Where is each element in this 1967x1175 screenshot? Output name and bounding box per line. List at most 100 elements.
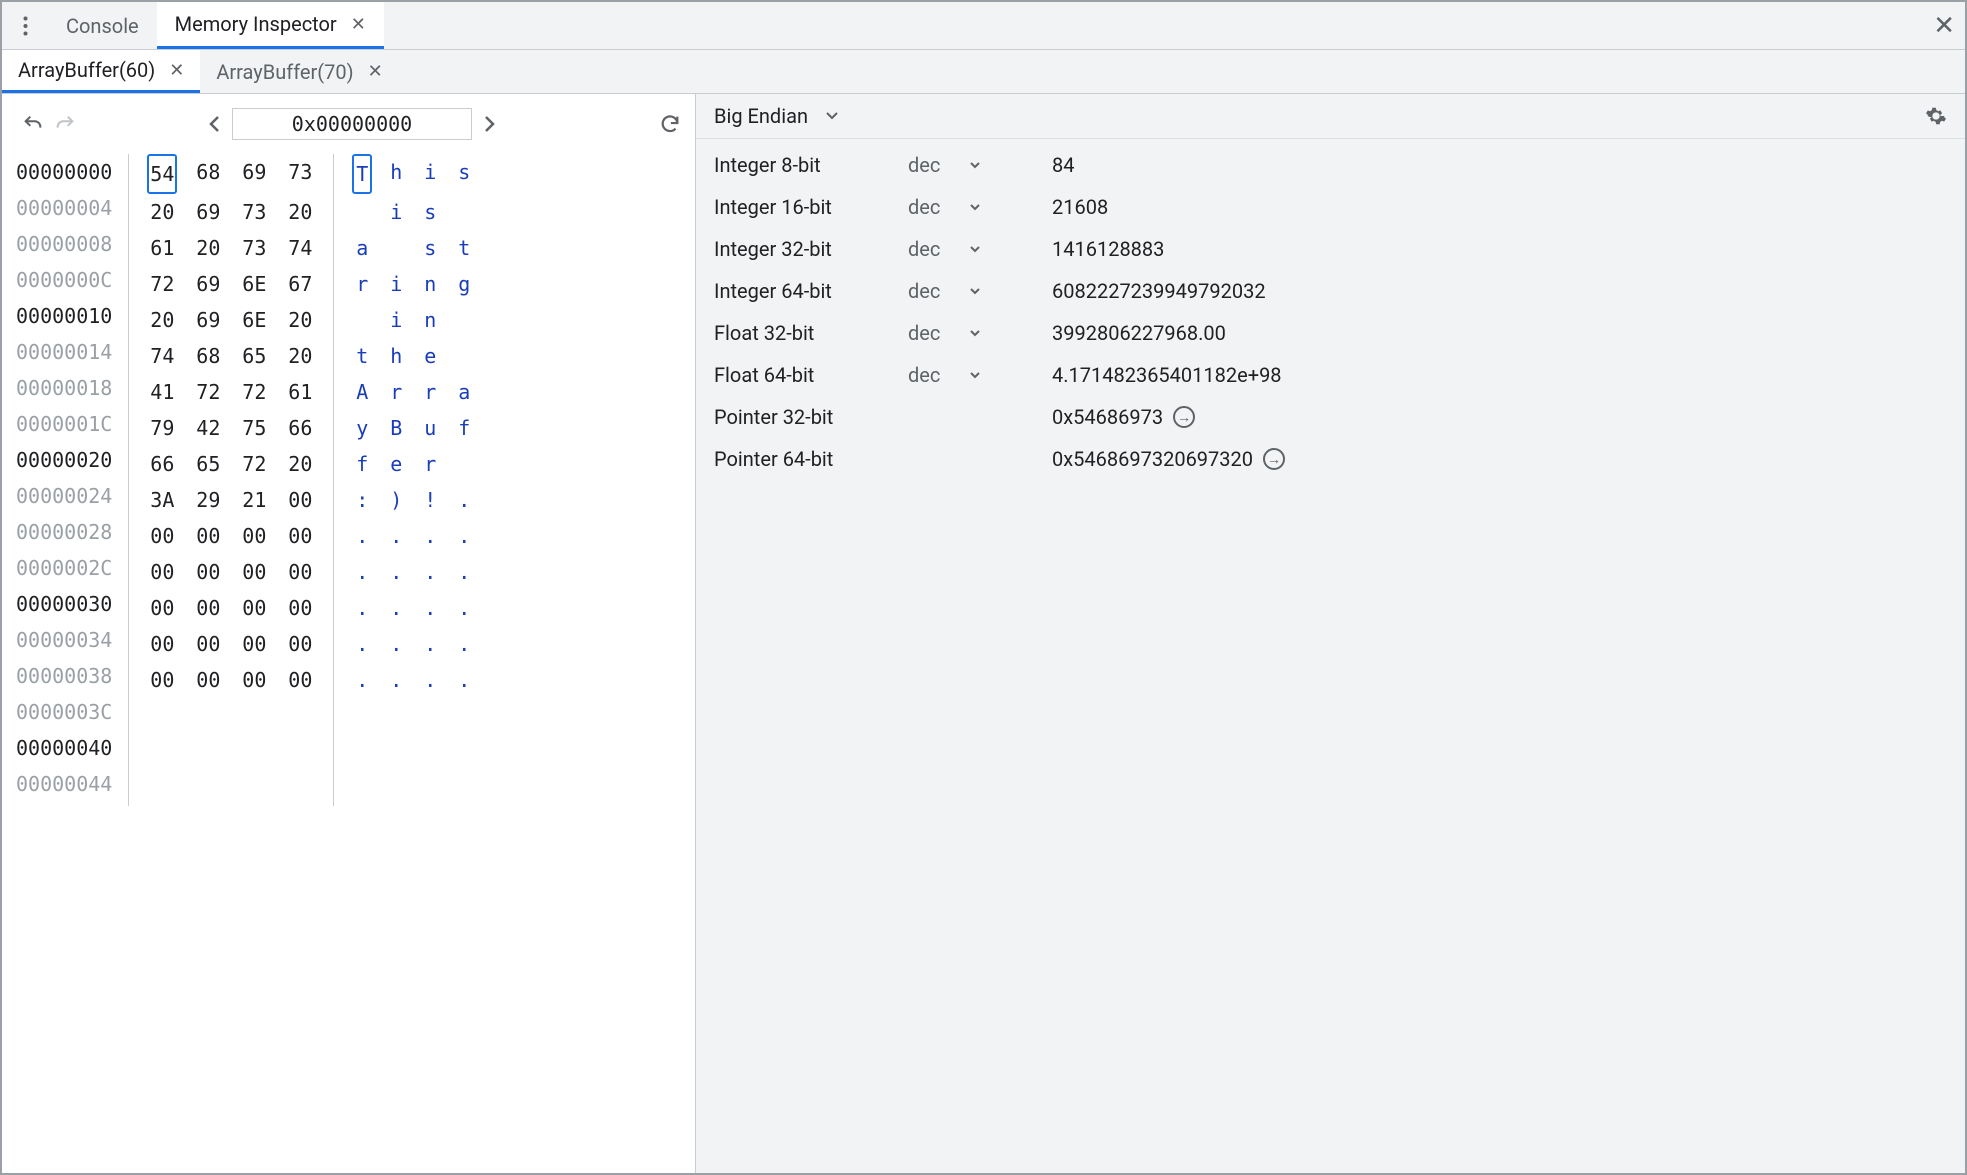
hex-byte[interactable]: 00 xyxy=(285,482,315,518)
ascii-char[interactable]: f xyxy=(352,446,372,482)
buffer-tab-1[interactable]: ArrayBuffer(70) ✕ xyxy=(200,50,398,93)
address-cell[interactable]: 00000024 xyxy=(16,478,112,514)
hex-byte[interactable]: 20 xyxy=(285,302,315,338)
hex-byte[interactable]: 69 xyxy=(193,194,223,230)
panel-close-icon[interactable]: ✕ xyxy=(1933,2,1955,49)
goto-address-icon[interactable]: → xyxy=(1173,406,1195,428)
ascii-char[interactable]: . xyxy=(386,554,406,590)
hex-byte[interactable]: 73 xyxy=(285,154,315,194)
ascii-char[interactable]: . xyxy=(352,626,372,662)
hex-byte[interactable]: 00 xyxy=(147,590,177,626)
buffer-tab-0[interactable]: ArrayBuffer(60) ✕ xyxy=(2,50,200,93)
format-select[interactable]: dec xyxy=(908,279,1028,303)
ascii-char[interactable]: r xyxy=(352,266,372,302)
hex-byte[interactable]: 68 xyxy=(193,338,223,374)
format-select[interactable]: dec xyxy=(908,237,1028,261)
ascii-char[interactable] xyxy=(454,194,474,230)
hex-byte[interactable]: 00 xyxy=(193,626,223,662)
hex-byte[interactable]: 66 xyxy=(285,410,315,446)
ascii-char[interactable]: . xyxy=(386,662,406,698)
format-select[interactable]: dec xyxy=(908,195,1028,219)
next-page-icon[interactable] xyxy=(472,115,508,133)
ascii-char[interactable]: y xyxy=(352,410,372,446)
ascii-char[interactable]: r xyxy=(420,446,440,482)
address-cell[interactable]: 00000038 xyxy=(16,658,112,694)
ascii-char[interactable]: . xyxy=(352,518,372,554)
ascii-char[interactable]: a xyxy=(454,374,474,410)
tab-memory-inspector[interactable]: Memory Inspector ✕ xyxy=(157,2,384,49)
hex-byte[interactable]: 69 xyxy=(239,154,269,194)
address-cell[interactable]: 00000008 xyxy=(16,226,112,262)
hex-byte[interactable]: 00 xyxy=(239,590,269,626)
close-icon[interactable]: ✕ xyxy=(169,60,184,81)
ascii-char[interactable]: . xyxy=(420,518,440,554)
hex-byte[interactable]: 00 xyxy=(285,662,315,698)
address-cell[interactable]: 00000030 xyxy=(16,586,112,622)
address-cell[interactable]: 00000000 xyxy=(16,154,112,190)
ascii-char[interactable]: . xyxy=(420,626,440,662)
ascii-char[interactable]: u xyxy=(420,410,440,446)
hex-byte[interactable]: 20 xyxy=(193,230,223,266)
ascii-char[interactable]: . xyxy=(352,590,372,626)
ascii-char[interactable]: . xyxy=(454,662,474,698)
address-cell[interactable]: 00000004 xyxy=(16,190,112,226)
ascii-char[interactable]: . xyxy=(420,554,440,590)
ascii-char[interactable] xyxy=(454,338,474,374)
address-cell[interactable]: 0000002C xyxy=(16,550,112,586)
address-cell[interactable]: 0000000C xyxy=(16,262,112,298)
hex-byte[interactable]: 66 xyxy=(147,446,177,482)
ascii-char[interactable]: i xyxy=(386,194,406,230)
hex-byte[interactable]: 00 xyxy=(193,662,223,698)
hex-byte[interactable]: 00 xyxy=(285,590,315,626)
hex-byte[interactable]: 00 xyxy=(285,554,315,590)
ascii-char[interactable]: . xyxy=(454,626,474,662)
address-input[interactable] xyxy=(232,108,472,140)
hex-byte[interactable]: 61 xyxy=(285,374,315,410)
hex-byte[interactable]: 69 xyxy=(193,266,223,302)
hex-byte[interactable]: 65 xyxy=(239,338,269,374)
hex-byte[interactable]: 00 xyxy=(285,626,315,662)
ascii-char[interactable]: t xyxy=(352,338,372,374)
ascii-char[interactable]: . xyxy=(352,662,372,698)
hex-byte[interactable]: 00 xyxy=(239,626,269,662)
hex-byte[interactable]: 75 xyxy=(239,410,269,446)
ascii-char[interactable]: i xyxy=(386,302,406,338)
ascii-char[interactable] xyxy=(386,230,406,266)
hex-byte[interactable]: 00 xyxy=(147,554,177,590)
hex-byte[interactable]: 54 xyxy=(147,154,177,194)
ascii-char[interactable] xyxy=(454,302,474,338)
ascii-char[interactable]: h xyxy=(386,338,406,374)
hex-byte[interactable]: 61 xyxy=(147,230,177,266)
ascii-char[interactable]: . xyxy=(420,590,440,626)
format-select[interactable]: dec xyxy=(908,321,1028,345)
ascii-char[interactable]: r xyxy=(420,374,440,410)
prev-page-icon[interactable] xyxy=(196,115,232,133)
endianness-select[interactable]: Big Endian xyxy=(714,104,838,128)
ascii-char[interactable]: s xyxy=(454,154,474,194)
hex-byte[interactable]: 00 xyxy=(285,518,315,554)
ascii-char[interactable]: . xyxy=(352,554,372,590)
ascii-char[interactable]: : xyxy=(352,482,372,518)
hex-byte[interactable]: 74 xyxy=(285,230,315,266)
hex-byte[interactable]: 20 xyxy=(147,194,177,230)
goto-address-icon[interactable]: → xyxy=(1263,448,1285,470)
ascii-char[interactable]: f xyxy=(454,410,474,446)
ascii-char[interactable]: B xyxy=(386,410,406,446)
address-cell[interactable]: 00000014 xyxy=(16,334,112,370)
ascii-char[interactable]: T xyxy=(352,154,372,194)
address-cell[interactable]: 00000040 xyxy=(16,730,112,766)
address-cell[interactable]: 00000010 xyxy=(16,298,112,334)
address-cell[interactable]: 0000003C xyxy=(16,694,112,730)
ascii-char[interactable]: n xyxy=(420,266,440,302)
hex-byte[interactable]: 72 xyxy=(239,374,269,410)
hex-byte[interactable]: 73 xyxy=(239,230,269,266)
hex-byte[interactable]: 00 xyxy=(147,662,177,698)
ascii-char[interactable]: . xyxy=(420,662,440,698)
hex-byte[interactable]: 79 xyxy=(147,410,177,446)
ascii-char[interactable]: A xyxy=(352,374,372,410)
ascii-char[interactable]: a xyxy=(352,230,372,266)
ascii-char[interactable]: i xyxy=(386,266,406,302)
hex-byte[interactable]: 67 xyxy=(285,266,315,302)
hex-byte[interactable]: 72 xyxy=(239,446,269,482)
hex-byte[interactable]: 6E xyxy=(239,266,269,302)
